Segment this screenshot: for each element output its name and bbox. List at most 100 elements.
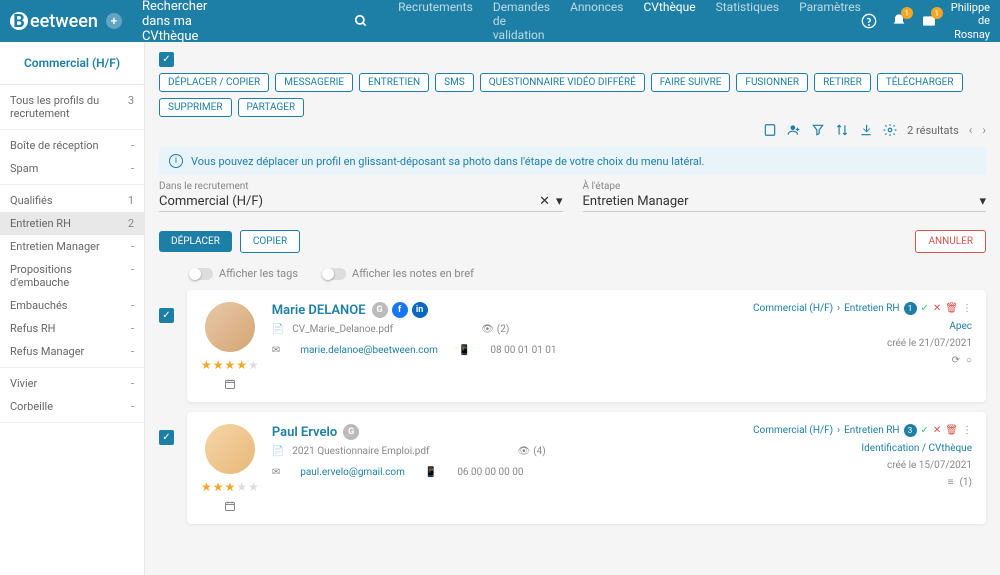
messages-icon[interactable]: 1 [921, 13, 937, 29]
action-button[interactable]: RETIRER [814, 73, 871, 92]
social-g-icon[interactable]: G [343, 424, 359, 440]
chevron-down-icon[interactable]: ▾ [979, 194, 986, 209]
search-icon[interactable] [354, 14, 368, 28]
notifications-icon[interactable]: 1 [891, 13, 907, 29]
eye-icon: 👁 [518, 446, 531, 457]
settings-icon[interactable] [883, 123, 897, 137]
crumb-campaign[interactable]: Commercial (H/F) [753, 303, 833, 314]
approve-icon[interactable]: ✓ [921, 425, 929, 436]
nav-annonces[interactable]: Annonces [570, 0, 623, 42]
sidebar-item-count: - [131, 139, 134, 152]
sidebar-item[interactable]: Propositions d'embauche- [0, 258, 144, 294]
candidate-source[interactable]: Apec [949, 321, 972, 332]
approve-icon[interactable]: ✓ [921, 303, 929, 314]
clear-icon[interactable]: ✕ [539, 194, 550, 209]
sidebar-item[interactable]: Vivier- [0, 372, 144, 395]
toggle-tags[interactable]: Afficher les tags [189, 267, 298, 280]
rating-stars[interactable]: ★★★★★ [201, 358, 260, 372]
delete-icon[interactable]: 🗑 [945, 303, 958, 314]
cancel-button[interactable]: ANNULER [915, 230, 986, 253]
candidate-email[interactable]: marie.delanoe@beetween.com [300, 345, 438, 356]
step-select[interactable]: Entretien Manager ▾ [583, 192, 987, 212]
more-icon[interactable]: ⋮ [962, 303, 972, 314]
sidebar-item[interactable]: Embauchés- [0, 294, 144, 317]
prev-page-icon[interactable]: ‹ [969, 123, 973, 137]
action-button[interactable]: QUESTIONNAIRE VIDÉO DIFFÉRÉ [480, 73, 645, 92]
contact-icon[interactable] [763, 123, 777, 137]
action-button[interactable]: FUSIONNER [736, 73, 808, 92]
candidate-name[interactable]: Marie DELANOE [272, 303, 366, 318]
candidate-name[interactable]: Paul Ervelo [272, 425, 337, 440]
copy-button[interactable]: COPIER [240, 230, 300, 253]
sort-icon[interactable] [835, 123, 849, 137]
sidebar-item[interactable]: Refus RH- [0, 317, 144, 340]
sidebar-item-label: Spam [10, 162, 38, 175]
candidate-checkbox[interactable]: ✓ [159, 308, 174, 323]
action-button[interactable]: SUPPRIMER [159, 98, 232, 117]
crumb-campaign[interactable]: Commercial (H/F) [753, 425, 833, 436]
move-button[interactable]: DÉPLACER [159, 231, 232, 252]
doc-name[interactable]: 2021 Questionnaire Emploi.pdf [292, 446, 429, 457]
recruitment-select[interactable]: Commercial (H/F) ✕▾ [159, 192, 563, 212]
download-icon[interactable] [859, 123, 873, 137]
crumb-step[interactable]: Entretien RH [844, 425, 899, 436]
sidebar-item-count: - [131, 345, 134, 358]
sidebar-item[interactable]: Corbeille- [0, 395, 144, 418]
social-f-icon[interactable]: f [392, 302, 408, 318]
doc-name[interactable]: CV_Marie_Delanoe.pdf [292, 324, 393, 335]
reject-icon[interactable]: ✕ [933, 303, 941, 314]
sidebar-item[interactable]: Tous les profils du recrutement3 [0, 89, 144, 125]
notif-badge: 1 [901, 7, 913, 19]
sidebar-item-label: Vivier [10, 377, 37, 390]
candidate-card: ✓★★★★★Paul ErveloG📄2021 Questionnaire Em… [187, 412, 986, 524]
sidebar-item[interactable]: Entretien RH2 [0, 212, 144, 235]
top-nav: Recrutements Demandes de validation Anno… [398, 0, 861, 42]
logo[interactable]: B eetween + [10, 11, 122, 32]
reject-icon[interactable]: ✕ [933, 425, 941, 436]
nav-recrutements[interactable]: Recrutements [398, 0, 473, 42]
action-button[interactable]: ENTRETIEN [359, 73, 429, 92]
help-icon[interactable] [861, 13, 877, 29]
social-g-icon[interactable]: G [372, 302, 388, 318]
action-button[interactable]: FAIRE SUIVRE [651, 73, 731, 92]
calendar-icon[interactable] [224, 378, 236, 390]
calendar-icon[interactable] [224, 500, 236, 512]
sidebar-item[interactable]: Spam- [0, 157, 144, 180]
action-button[interactable]: PARTAGER [238, 98, 305, 117]
sidebar-item[interactable]: Entretien Manager- [0, 235, 144, 258]
nav-params[interactable]: Paramètres [799, 0, 861, 42]
list-icon: ≡ [948, 477, 954, 488]
filter-icon[interactable] [811, 123, 825, 137]
chevron-down-icon[interactable]: ▾ [556, 194, 563, 209]
more-icon[interactable]: ⋮ [962, 425, 972, 436]
social-l-icon[interactable]: in [412, 302, 428, 318]
avatar[interactable] [205, 424, 255, 474]
add-person-icon[interactable] [787, 123, 801, 137]
action-button[interactable]: TÉLÉCHARGER [877, 73, 963, 92]
candidate-checkbox[interactable]: ✓ [159, 430, 174, 445]
action-button[interactable]: SMS [435, 73, 474, 92]
avatar[interactable] [205, 302, 255, 352]
action-button[interactable]: MESSAGERIE [275, 73, 353, 92]
select-all-checkbox[interactable]: ✓ [159, 52, 174, 67]
delete-icon[interactable]: 🗑 [945, 425, 958, 436]
sidebar-item[interactable]: Qualifiés1 [0, 189, 144, 212]
candidate-source[interactable]: Identification / CVthèque [861, 443, 972, 454]
sidebar-item[interactable]: Boîte de réception- [0, 134, 144, 157]
rating-stars[interactable]: ★★★★★ [201, 480, 260, 494]
nav-stats[interactable]: Statistiques [716, 0, 779, 42]
nav-demandes[interactable]: Demandes de validation [493, 0, 550, 42]
user-menu[interactable]: Philippe de Rosnay [951, 1, 990, 41]
action-button[interactable]: DÉPLACER / COPIER [159, 73, 269, 92]
crumb-step[interactable]: Entretien RH [844, 303, 899, 314]
sidebar-item[interactable]: Refus Manager- [0, 340, 144, 363]
candidate-phone[interactable]: 08 00 01 01 01 [490, 345, 556, 356]
candidate-email[interactable]: paul.ervelo@gmail.com [300, 467, 405, 478]
candidate-phone[interactable]: 06 00 00 00 00 [457, 467, 523, 478]
add-icon[interactable]: + [106, 13, 122, 29]
nav-cvtheque[interactable]: CVthèque [643, 0, 695, 42]
toggle-notes[interactable]: Afficher les notes en bref [322, 267, 474, 280]
circle-icon: ○ [966, 355, 972, 366]
card-right: Commercial (H/F) › Entretien RH1✓✕🗑⋮Apec… [753, 302, 972, 390]
next-page-icon[interactable]: › [982, 123, 986, 137]
